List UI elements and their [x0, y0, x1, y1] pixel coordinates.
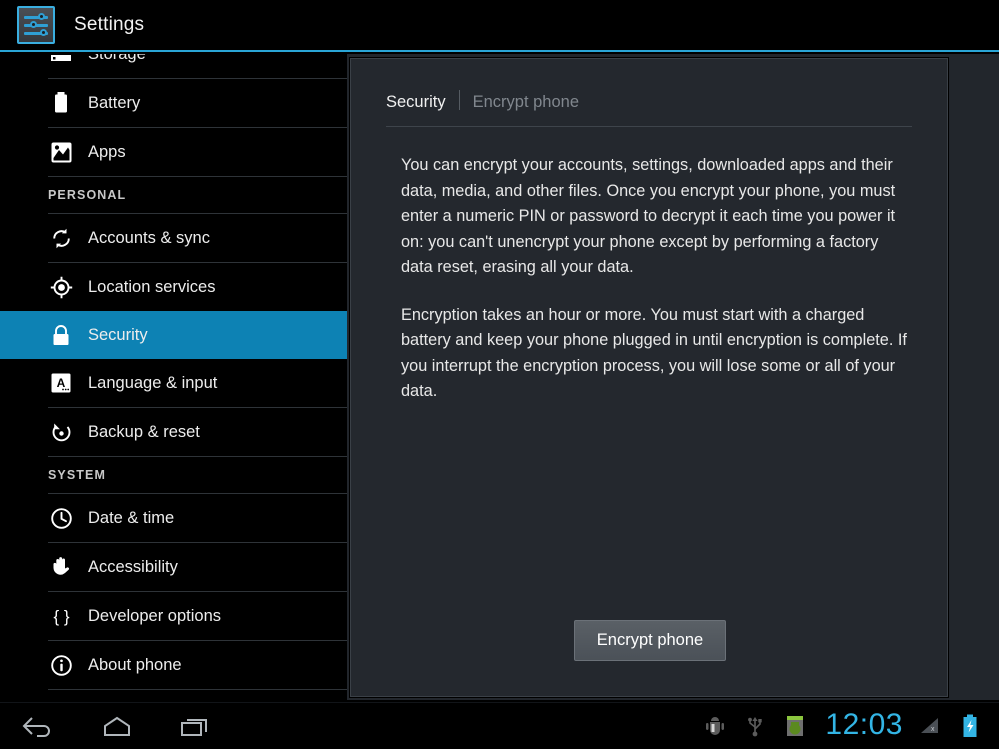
sidebar-item-label: Backup & reset: [88, 422, 200, 441]
sidebar-item-label: Accounts & sync: [88, 228, 210, 247]
sidebar-item-battery[interactable]: Battery: [0, 79, 347, 127]
page-title: Settings: [74, 14, 145, 35]
sidebar-item-location-services[interactable]: Location services: [0, 263, 347, 311]
android-settings-screen: Settings Storage Battery Apps PERSONAL Accou…: [0, 0, 999, 749]
sidebar-item-label: Security: [88, 325, 148, 344]
apps-icon: [48, 139, 74, 165]
sidebar-item-accounts-sync[interactable]: Accounts & sync: [0, 214, 347, 262]
sidebar-item-about-phone[interactable]: About phone: [0, 641, 347, 689]
backup-reset-icon: [48, 419, 74, 445]
sidebar-item-label: Location services: [88, 277, 216, 296]
button-row: Encrypt phone: [351, 620, 949, 661]
hand-icon: [48, 554, 74, 580]
encrypt-description-1: You can encrypt your accounts, settings,…: [401, 156, 896, 276]
usb-icon: [740, 711, 770, 741]
location-icon: [48, 274, 74, 300]
language-icon: A: [48, 370, 74, 396]
sidebar-item-label: About phone: [88, 655, 182, 674]
battery-icon: [48, 90, 74, 116]
clock: 12:03: [825, 708, 903, 741]
sidebar-scroll-container[interactable]: Storage Battery Apps PERSONAL Accounts & syn…: [0, 54, 347, 690]
system-update-icon: [780, 711, 810, 741]
encrypt-phone-panel: Security Encrypt phone You can encrypt y…: [350, 58, 948, 697]
encrypt-description-2: Encryption takes an hour or more. You mu…: [401, 305, 907, 401]
sidebar-item-label: Storage: [88, 54, 146, 64]
settings-sliders-icon: [17, 6, 55, 44]
back-arrow-icon[interactable]: [0, 703, 78, 749]
sidebar-item-storage[interactable]: Storage: [0, 54, 347, 78]
breadcrumb: Security Encrypt phone: [351, 59, 947, 121]
clock-icon: [48, 505, 74, 531]
sidebar-item-label: Language & input: [88, 373, 218, 392]
sync-icon: [48, 225, 74, 251]
battery-charging-icon: [955, 711, 985, 741]
adb-debug-icon: [700, 711, 730, 741]
title-bar: Settings: [0, 0, 999, 52]
sidebar-item-label: Accessibility: [88, 557, 178, 576]
storage-icon: [48, 54, 74, 67]
encrypt-phone-button[interactable]: Encrypt phone: [573, 620, 727, 661]
breadcrumb-sub: Encrypt phone: [472, 93, 580, 111]
braces-icon: { }: [48, 603, 74, 629]
home-icon[interactable]: [78, 703, 156, 749]
sidebar-item-date-time[interactable]: Date & time: [0, 494, 347, 542]
status-icons-area[interactable]: 12:03 x: [695, 703, 999, 749]
sidebar-item-security[interactable]: Security: [0, 311, 347, 359]
sidebar-item-label: Developer options: [88, 606, 221, 625]
breadcrumb-current[interactable]: Security: [386, 93, 446, 112]
no-signal-icon: x: [915, 711, 945, 741]
sidebar-item-label: Battery: [88, 93, 141, 112]
svg-text:x: x: [931, 726, 935, 733]
svg-text:{ }: { }: [53, 607, 69, 626]
sidebar-item-developer-options[interactable]: { } Developer options: [0, 592, 347, 640]
panel-body: You can encrypt your accounts, settings,…: [351, 127, 947, 405]
info-icon: [48, 652, 74, 678]
sidebar-list[interactable]: Storage Battery Apps PERSONAL Accounts & syn…: [0, 54, 347, 700]
lock-icon: [48, 322, 74, 348]
sidebar-item-label: Apps: [88, 142, 126, 161]
sidebar-item-apps[interactable]: Apps: [0, 128, 347, 176]
sidebar-section-header: PERSONAL: [48, 188, 127, 202]
sidebar-item-label: Date & time: [88, 508, 175, 527]
sidebar-item-language-input[interactable]: A Language & input: [0, 359, 347, 407]
sidebar-divider: [48, 689, 347, 690]
sidebar-item-accessibility[interactable]: Accessibility: [0, 543, 347, 591]
sidebar-item-backup-reset[interactable]: Backup & reset: [0, 408, 347, 456]
system-navigation-bar: 12:03 x: [0, 702, 999, 749]
recent-apps-icon[interactable]: [156, 703, 234, 749]
sidebar-section-header: SYSTEM: [48, 468, 106, 482]
breadcrumb-separator: [458, 90, 460, 110]
svg-text:A: A: [57, 376, 66, 390]
